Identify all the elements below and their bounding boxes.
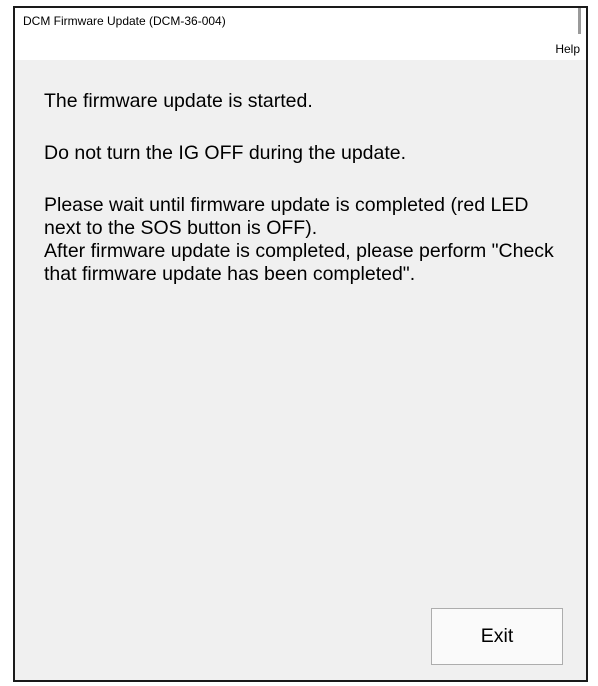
dialog-content: The firmware update is started. Do not t…	[15, 60, 586, 680]
ig-off-warning-message: Do not turn the IG OFF during the update…	[44, 142, 407, 164]
wait-instructions-message: Please wait until firmware update is com…	[44, 194, 554, 285]
menu-bar: Help	[15, 36, 586, 60]
firmware-update-window: DCM Firmware Update (DCM-36-004) Help Th…	[13, 6, 588, 682]
help-menu-item[interactable]: Help	[553, 41, 582, 57]
window-title: DCM Firmware Update (DCM-36-004)	[23, 14, 226, 28]
title-bar-edge	[578, 8, 581, 34]
exit-button[interactable]: Exit	[431, 608, 563, 665]
update-started-message: The firmware update is started.	[44, 90, 313, 112]
title-bar: DCM Firmware Update (DCM-36-004)	[15, 8, 586, 36]
